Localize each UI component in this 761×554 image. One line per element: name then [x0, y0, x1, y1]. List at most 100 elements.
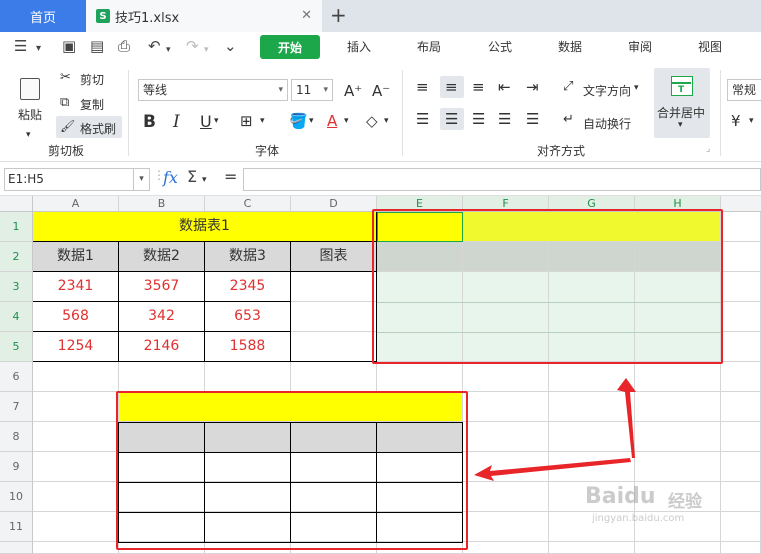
bold-button[interactable]: B — [143, 112, 156, 132]
text-direction-button[interactable]: 文字方向 — [583, 82, 631, 99]
number-format-value: 常规 — [732, 83, 757, 97]
format-painter-label: 格式刷 — [80, 122, 117, 136]
borders-icon[interactable]: ⊞ — [240, 112, 253, 130]
font-color-icon[interactable]: A — [327, 112, 337, 130]
align-center-icon: ☰ — [445, 110, 459, 128]
name-box-value: E1:H5 — [8, 172, 44, 186]
menu-start[interactable]: 开始 — [260, 35, 320, 59]
distribute-icon[interactable]: ☰ — [526, 110, 539, 128]
menu-layout[interactable]: 布局 — [417, 38, 441, 55]
chevron-down-icon: ▾ — [278, 85, 283, 95]
increase-font-icon[interactable]: A⁺ — [344, 82, 362, 100]
align-middle-icon: ≡ — [445, 78, 458, 96]
align-left-icon[interactable]: ☰ — [416, 110, 429, 128]
equals-button[interactable]: = — [224, 167, 237, 186]
redo-icon[interactable]: ↷ — [186, 38, 199, 54]
align-right-icon[interactable]: ☰ — [472, 110, 485, 128]
arrow-left — [474, 458, 631, 481]
watermark-cn: 经验 — [668, 492, 702, 512]
menu-view[interactable]: 视图 — [698, 38, 722, 55]
align-center-button[interactable]: ☰ — [440, 108, 464, 130]
merge-center-button[interactable]: T 合并居中 ▾ — [654, 68, 710, 138]
indent-increase-icon[interactable]: ⇥ — [526, 78, 539, 96]
spreadsheet-file-icon: S — [96, 9, 110, 23]
arrow-up — [617, 378, 636, 458]
formula-input[interactable] — [243, 168, 761, 191]
chevron-down-icon[interactable]: ▾ — [309, 116, 314, 126]
spreadsheet-app: { "tabs": {"home": "首页", "file": "技巧1.xl… — [0, 0, 761, 554]
menu-review[interactable]: 审阅 — [628, 38, 652, 55]
merge-cells-icon: T — [671, 76, 693, 96]
chevron-down-icon[interactable]: ▾ — [36, 41, 41, 57]
name-box[interactable]: E1:H5 ▾ — [4, 168, 150, 191]
copy-icon: ⧉ — [60, 95, 70, 110]
chevron-down-icon[interactable]: ▾ — [634, 83, 639, 93]
tab-bar: 首页 S 技巧1.xlsx ✕ + — [0, 0, 761, 32]
align-bottom-icon[interactable]: ≡ — [472, 78, 485, 96]
clipboard-group-label: 剪切板 — [48, 144, 85, 158]
font-name-value: 等线 — [143, 83, 168, 97]
chevron-down-icon: ▾ — [678, 120, 683, 130]
ribbon: 粘贴 ▾ ✂ 剪切 ⧉ 复制 🖌 格式刷 剪切板 等线 ▾ 11 ▾ A⁺ A⁻… — [0, 62, 761, 162]
italic-button[interactable]: I — [173, 112, 180, 132]
paste-button[interactable]: 粘贴 — [14, 76, 48, 124]
chevron-down-icon[interactable]: ▾ — [384, 116, 389, 126]
formula-bar: E1:H5 ▾ ⋮ fx Σ ▾ = — [0, 162, 761, 196]
chevron-down-icon[interactable]: ▾ — [204, 42, 209, 58]
chevron-down-icon[interactable]: ▾ — [749, 116, 754, 126]
chevron-down-icon[interactable]: ▾ — [202, 175, 207, 185]
chevron-down-icon: ▾ — [323, 85, 328, 95]
chevron-down-icon[interactable]: ▾ — [214, 116, 219, 126]
new-tab-icon[interactable]: + — [330, 3, 347, 27]
hamburger-menu-icon[interactable]: ☰ — [14, 38, 27, 54]
chevron-down-icon[interactable]: ▾ — [260, 116, 265, 126]
menu-insert[interactable]: 插入 — [347, 38, 371, 55]
paste-label: 粘贴 — [18, 108, 43, 122]
font-name-select[interactable]: 等线 ▾ — [138, 79, 288, 101]
function-button[interactable]: fx — [163, 168, 178, 187]
tab-file[interactable]: S 技巧1.xlsx ✕ — [86, 0, 322, 32]
save-icon[interactable]: ▣ — [62, 38, 76, 54]
brush-icon: 🖌 — [60, 119, 76, 133]
dialog-launcher-icon[interactable]: ⌟ — [706, 144, 710, 154]
font-size-value: 11 — [296, 83, 312, 97]
chevron-down-icon[interactable]: ▾ — [133, 169, 149, 190]
underline-button[interactable]: U — [200, 112, 212, 131]
align-group-label: 对齐方式 — [537, 144, 586, 158]
menu-data[interactable]: 数据 — [558, 38, 582, 55]
currency-icon[interactable]: ¥ — [731, 112, 741, 130]
cut-button[interactable]: 剪切 — [80, 71, 104, 88]
copy-button[interactable]: 复制 — [80, 96, 104, 113]
wrap-text-button[interactable]: 自动换行 — [583, 115, 631, 132]
menu-formula[interactable]: 公式 — [488, 38, 512, 55]
spreadsheet-grid: A B C D E F G H 1 2 3 4 5 6 7 8 9 10 11 … — [0, 196, 761, 554]
align-top-icon[interactable]: ≡ — [416, 78, 429, 96]
chevron-down-icon[interactable]: ▾ — [166, 42, 171, 58]
chevron-down-icon[interactable]: ▾ — [26, 130, 31, 140]
indent-decrease-icon[interactable]: ⇤ — [498, 78, 511, 96]
text-direction-icon: ⤢ — [563, 79, 574, 94]
fill-color-icon[interactable]: 🪣 — [289, 112, 308, 130]
decrease-font-icon[interactable]: A⁻ — [372, 82, 390, 100]
clipboard-icon — [20, 78, 40, 100]
align-middle-button[interactable]: ≡ — [440, 76, 464, 98]
divider — [402, 70, 403, 156]
format-painter-button[interactable]: 🖌 格式刷 — [56, 116, 122, 138]
close-icon[interactable]: ✕ — [301, 8, 312, 23]
watermark-brand: Baidu — [585, 484, 656, 509]
justify-icon[interactable]: ☰ — [498, 110, 511, 128]
divider — [128, 70, 129, 156]
scissors-icon: ✂ — [60, 70, 71, 85]
sum-button[interactable]: Σ — [187, 167, 197, 186]
tab-home[interactable]: 首页 — [0, 0, 86, 32]
font-size-select[interactable]: 11 ▾ — [291, 79, 333, 101]
print-icon[interactable]: ⎙ — [118, 38, 130, 54]
customize-toolbar-icon[interactable]: ⌄ — [224, 38, 237, 54]
merge-center-label: 合并居中 — [657, 106, 706, 120]
chevron-down-icon[interactable]: ▾ — [344, 116, 349, 126]
pdf-export-icon[interactable]: ▤ — [90, 38, 104, 54]
menu-bar: ☰ ▾ ▣ ▤ ⎙ ↶ ▾ ↷ ▾ ⌄ 插入 布局 公式 数据 审阅 视图 — [0, 32, 761, 62]
clear-format-icon[interactable]: ◇ — [366, 112, 378, 130]
number-format-select[interactable]: 常规 — [727, 79, 761, 101]
undo-icon[interactable]: ↶ — [148, 38, 161, 54]
